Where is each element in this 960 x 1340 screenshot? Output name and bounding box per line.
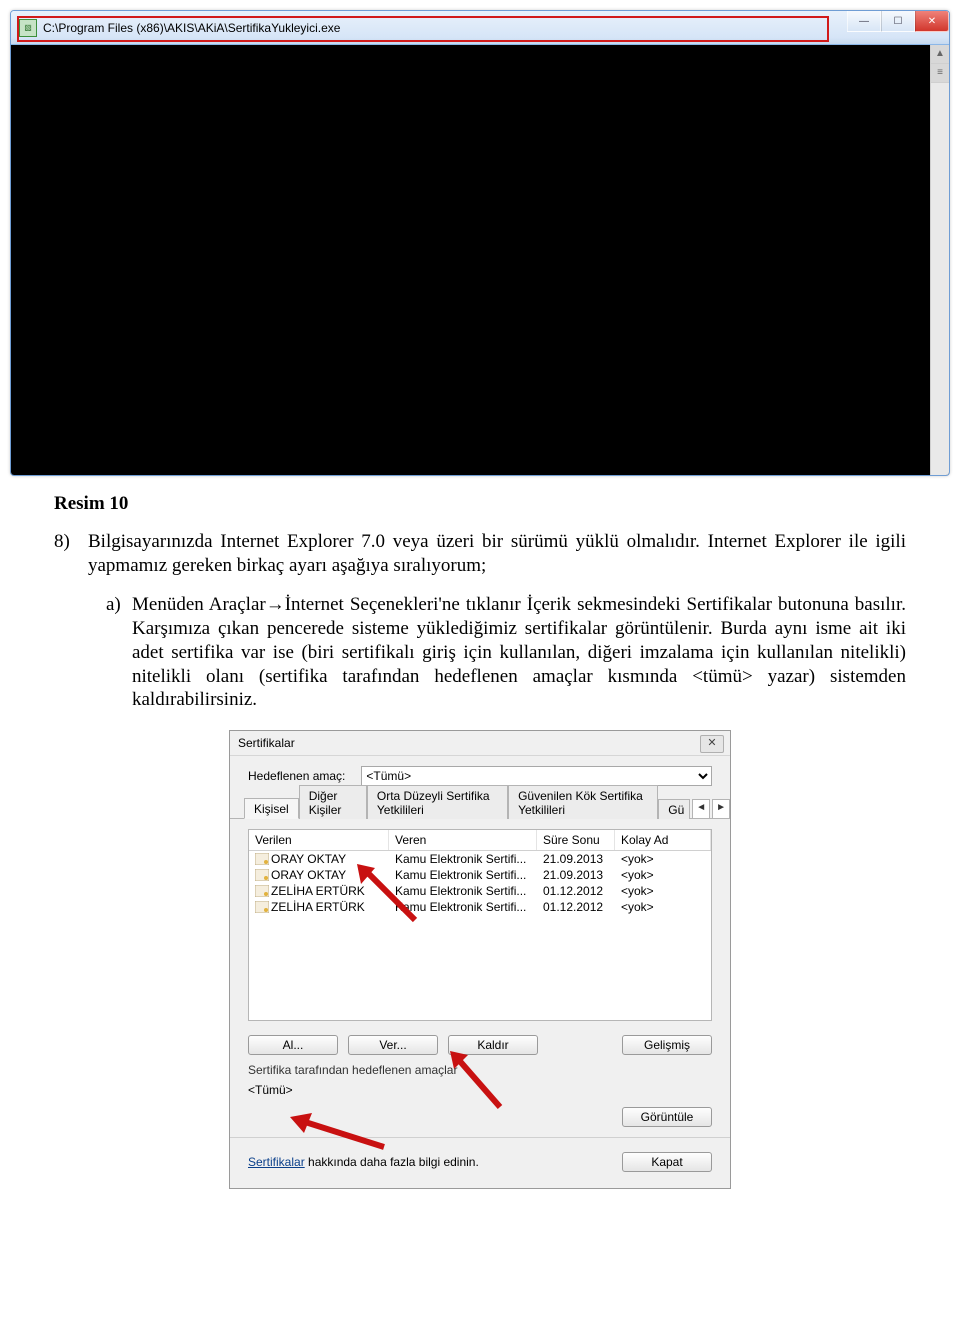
sub-list: a) Menüden Araçlar→İnternet Seçenekleri'… bbox=[106, 593, 906, 712]
certificate-icon bbox=[255, 901, 269, 913]
certificates-help-link[interactable]: Sertifikalar bbox=[248, 1155, 305, 1169]
purposes-value: <Tümü> bbox=[248, 1083, 712, 1097]
sub-paragraph-a: Menüden Araçlar→İnternet Seçenekleri'ne … bbox=[132, 593, 906, 712]
tab-diger-kisiler[interactable]: Diğer Kişiler bbox=[299, 785, 367, 819]
tab-orta-duzeyli[interactable]: Orta Düzeyli Sertifika Yetkilileri bbox=[367, 785, 508, 819]
purpose-select[interactable]: <Tümü> bbox=[361, 766, 712, 786]
app-icon: ▧ bbox=[19, 19, 37, 37]
minimize-button[interactable]: — bbox=[847, 11, 881, 32]
dialog-title-text: Sertifikalar bbox=[238, 736, 295, 750]
purposes-label: Sertifika tarafından hedeflenen amaçlar bbox=[248, 1063, 712, 1077]
remove-button[interactable]: Kaldır bbox=[448, 1035, 538, 1055]
window-controls: — ☐ ✕ bbox=[847, 11, 949, 32]
import-button[interactable]: Al... bbox=[248, 1035, 338, 1055]
view-button[interactable]: Görüntüle bbox=[622, 1107, 712, 1127]
arrow-icon: → bbox=[266, 594, 285, 615]
button-row: Al... Ver... Kaldır Gelişmiş bbox=[230, 1031, 730, 1057]
console-window-title: C:\Program Files (x86)\AKIS\AKiA\Sertifi… bbox=[43, 21, 340, 35]
col-sure-sonu[interactable]: Süre Sonu bbox=[537, 830, 615, 850]
certificate-row[interactable]: ORAY OKTAYKamu Elektronik Sertifi...21.0… bbox=[249, 867, 711, 883]
figure-caption: Resim 10 bbox=[54, 492, 906, 516]
console-window: ▧ C:\Program Files (x86)\AKIS\AKiA\Serti… bbox=[10, 10, 950, 476]
console-body: ▲ ≡ bbox=[11, 45, 949, 475]
certificate-icon bbox=[255, 853, 269, 865]
col-kolay-ad[interactable]: Kolay Ad bbox=[615, 830, 711, 850]
certificates-dialog: Sertifikalar ✕ Hedeflenen amaç: <Tümü> K… bbox=[229, 730, 731, 1189]
scroll-up-icon[interactable]: ▲ bbox=[931, 45, 949, 64]
tab-strip: Kişisel Diğer Kişiler Orta Düzeyli Serti… bbox=[230, 794, 730, 819]
scroll-align-icon[interactable]: ≡ bbox=[931, 64, 949, 83]
info-text-rest: hakkında daha fazla bilgi edinin. bbox=[305, 1155, 479, 1169]
certificate-icon bbox=[255, 885, 269, 897]
sub-label-a: a) bbox=[106, 593, 132, 712]
document-content: Resim 10 8) Bilgisayarınızda Internet Ex… bbox=[0, 476, 960, 722]
close-button[interactable]: ✕ bbox=[915, 11, 949, 32]
tab-partial[interactable]: Gü bbox=[658, 799, 690, 819]
close-dialog-button[interactable]: Kapat bbox=[622, 1152, 712, 1172]
tab-scroll-left[interactable]: ◄ bbox=[692, 799, 710, 819]
divider bbox=[230, 1137, 730, 1138]
tab-kisisel[interactable]: Kişisel bbox=[244, 798, 299, 819]
list-rows: ORAY OKTAYKamu Elektronik Sertifi...21.0… bbox=[249, 851, 711, 915]
vertical-scrollbar[interactable]: ▲ ≡ bbox=[930, 45, 949, 475]
purposes-groupbox: Sertifika tarafından hedeflenen amaçlar … bbox=[248, 1063, 712, 1097]
certificate-icon bbox=[255, 869, 269, 881]
subpara-part1: Menüden Araçlar bbox=[132, 594, 266, 615]
dialog-close-button[interactable]: ✕ bbox=[700, 735, 724, 753]
export-button[interactable]: Ver... bbox=[348, 1035, 438, 1055]
col-veren[interactable]: Veren bbox=[389, 830, 537, 850]
certificate-row[interactable]: ZELİHA ERTÜRKKamu Elektronik Sertifi...0… bbox=[249, 883, 711, 899]
advanced-button[interactable]: Gelişmiş bbox=[622, 1035, 712, 1055]
certificate-row[interactable]: ZELİHA ERTÜRKKamu Elektronik Sertifi...0… bbox=[249, 899, 711, 915]
col-verilen[interactable]: Verilen bbox=[249, 830, 389, 850]
console-titlebar: ▧ C:\Program Files (x86)\AKIS\AKiA\Serti… bbox=[11, 11, 949, 45]
list-item-8: 8) Bilgisayarınızda Internet Explorer 7.… bbox=[54, 530, 906, 578]
purpose-label: Hedeflenen amaç: bbox=[248, 769, 345, 783]
certificate-list: Verilen Veren Süre Sonu Kolay Ad ORAY OK… bbox=[248, 829, 712, 1021]
dialog-title: Sertifikalar bbox=[230, 731, 730, 756]
info-text: Sertifikalar hakkında daha fazla bilgi e… bbox=[248, 1155, 479, 1169]
maximize-button[interactable]: ☐ bbox=[881, 11, 915, 32]
list-number: 8) bbox=[54, 530, 88, 578]
tab-scroll-right[interactable]: ► bbox=[712, 799, 730, 819]
certificate-row[interactable]: ORAY OKTAYKamu Elektronik Sertifi...21.0… bbox=[249, 851, 711, 867]
paragraph-1: Bilgisayarınızda Internet Explorer 7.0 v… bbox=[88, 530, 906, 578]
list-header: Verilen Veren Süre Sonu Kolay Ad bbox=[249, 830, 711, 851]
tab-guvenilen-kok[interactable]: Güvenilen Kök Sertifika Yetkilileri bbox=[508, 785, 658, 819]
